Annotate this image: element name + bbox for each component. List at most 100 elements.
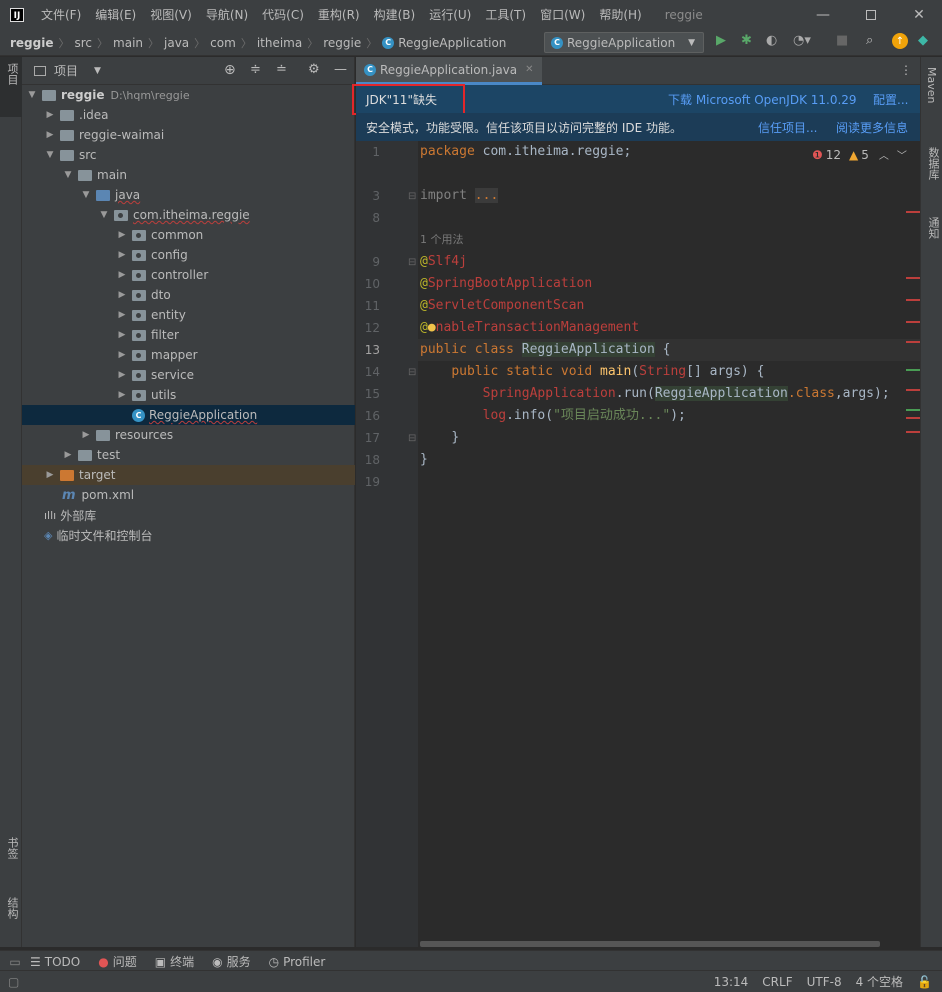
menu-tools[interactable]: 工具(T) <box>478 0 533 30</box>
breadcrumb-item[interactable]: itheima <box>257 36 302 50</box>
warning-stripe-mark[interactable] <box>906 409 920 411</box>
hide-panel-icon[interactable]: — <box>334 62 347 77</box>
tree-item[interactable]: ▼ main <box>22 165 355 185</box>
menu-help[interactable]: 帮助(H) <box>592 0 648 30</box>
indent-setting[interactable]: 4 个空格 <box>856 973 903 990</box>
more-options-icon[interactable]: ⋮ <box>900 63 912 77</box>
error-stripe-mark[interactable] <box>906 431 920 433</box>
fold-icon[interactable]: ⊟ <box>408 433 416 444</box>
breadcrumb-item[interactable]: reggie <box>323 36 361 50</box>
tree-item[interactable]: ▶ test <box>22 445 355 465</box>
profiler-tool-button[interactable]: ◷ Profiler <box>269 955 326 969</box>
tree-item[interactable]: ▶ config <box>22 245 355 265</box>
run-icon[interactable]: ▶ <box>716 33 726 48</box>
lightbulb-icon[interactable]: ● <box>428 320 436 335</box>
file-encoding[interactable]: UTF-8 <box>807 975 842 989</box>
error-stripe-mark[interactable] <box>906 277 920 279</box>
error-stripe-mark[interactable] <box>906 211 920 213</box>
tree-item[interactable]: ▶ entity <box>22 305 355 325</box>
breadcrumb-item[interactable]: com <box>210 36 236 50</box>
tree-item[interactable]: ▼ reggie D:\hqm\reggie <box>22 85 355 105</box>
code-token[interactable]: ... <box>474 188 499 203</box>
learn-more-link[interactable]: 阅读更多信息 <box>836 119 908 136</box>
breadcrumb-item[interactable]: src <box>75 36 93 50</box>
error-stripe-mark[interactable] <box>906 417 920 419</box>
error-stripe-mark[interactable] <box>906 389 920 391</box>
services-tool-button[interactable]: ◉ 服务 <box>212 953 251 970</box>
terminal-tool-button[interactable]: ▣ 终端 <box>155 953 194 970</box>
project-tool-tab[interactable]: 项目 <box>0 57 22 117</box>
menu-code[interactable]: 代码(C) <box>255 0 311 30</box>
breadcrumb-item[interactable]: ReggieApplication <box>398 36 506 50</box>
tree-item[interactable]: m pom.xml <box>22 485 355 505</box>
notifications-tool-tab[interactable]: 通知 <box>925 217 941 239</box>
menu-view[interactable]: 视图(V) <box>143 0 199 30</box>
error-stripe-mark[interactable] <box>906 341 920 343</box>
locate-icon[interactable]: ⊕ <box>224 62 236 78</box>
error-stripe-mark[interactable] <box>906 321 920 323</box>
editor-tab[interactable]: C ReggieApplication.java ✕ <box>356 57 542 85</box>
coverage-icon[interactable]: ◐ <box>766 33 777 48</box>
tree-item[interactable]: ▼ src <box>22 145 355 165</box>
error-stripe-mark[interactable] <box>906 299 920 301</box>
collapse-all-icon[interactable]: ≐ <box>276 62 287 77</box>
fold-icon[interactable]: ⊟ <box>408 257 416 268</box>
breadcrumb-item[interactable]: main <box>113 36 143 50</box>
horizontal-scrollbar[interactable] <box>420 941 880 947</box>
maven-tool-tab[interactable]: Maven <box>925 67 938 103</box>
database-tool-tab[interactable]: 数据库 <box>925 147 941 180</box>
structure-tool-tab[interactable]: 结构 <box>4 897 20 919</box>
close-tab-icon[interactable]: ✕ <box>525 64 533 75</box>
layout-icon[interactable]: ▭ <box>0 955 30 969</box>
tree-item[interactable]: ◈ 临时文件和控制台 <box>22 525 355 545</box>
menu-file[interactable]: 文件(F) <box>34 0 88 30</box>
chevron-down-icon[interactable]: ▼ <box>94 66 101 76</box>
debug-icon[interactable]: ✱ <box>741 33 752 48</box>
maximize-button[interactable] <box>848 0 894 30</box>
profile-icon[interactable]: ◔▾ <box>793 33 811 48</box>
tree-item[interactable]: ▶ dto <box>22 285 355 305</box>
chevron-down-icon[interactable]: ﹀ <box>897 147 907 162</box>
tree-item[interactable]: ▶ filter <box>22 325 355 345</box>
tree-item[interactable]: ▶ service <box>22 365 355 385</box>
usage-hint[interactable]: 1 个用法 <box>420 233 464 246</box>
close-window-button[interactable]: ✕ <box>896 0 942 30</box>
minimize-button[interactable]: — <box>800 0 846 30</box>
menu-run[interactable]: 运行(U) <box>422 0 478 30</box>
menu-refactor[interactable]: 重构(R) <box>311 0 367 30</box>
tree-item[interactable]: ıllı 外部库 <box>22 505 355 525</box>
tree-item[interactable]: ▼ com.itheima.reggie <box>22 205 355 225</box>
breadcrumb-item[interactable]: reggie <box>10 36 54 50</box>
configure-jdk-link[interactable]: 配置... <box>873 91 908 108</box>
tree-item[interactable]: ▶ utils <box>22 385 355 405</box>
tree-item[interactable]: ▶ target <box>22 465 355 485</box>
line-separator[interactable]: CRLF <box>762 975 792 989</box>
jetbrains-icon[interactable]: ◆ <box>918 33 928 48</box>
tree-item[interactable]: ▶ controller <box>22 265 355 285</box>
tree-item[interactable]: ▶ reggie-waimai <box>22 125 355 145</box>
caret-position[interactable]: 13:14 <box>714 975 749 989</box>
tree-item[interactable]: ▶ common <box>22 225 355 245</box>
expand-all-icon[interactable]: ≑ <box>250 62 261 77</box>
menu-navigate[interactable]: 导航(N) <box>199 0 255 30</box>
tree-item[interactable]: ▼ java <box>22 185 355 205</box>
tree-item[interactable]: ▶ resources <box>22 425 355 445</box>
code-editor[interactable]: 1 3 8 9 10 11 12 13 14 15 16 17 18 19 ⊟ … <box>356 141 920 947</box>
gear-icon[interactable]: ⚙ <box>308 62 320 77</box>
status-toggle-icon[interactable]: ▢ <box>8 975 19 989</box>
project-panel-title[interactable]: 项目 <box>54 62 78 79</box>
chevron-up-icon[interactable]: ︿ <box>879 147 889 162</box>
tree-item[interactable]: C ReggieApplication <box>22 405 355 425</box>
breadcrumb-item[interactable]: java <box>164 36 189 50</box>
bookmarks-tool-tab[interactable]: 书签 <box>4 837 20 859</box>
update-icon[interactable]: ↑ <box>892 33 908 49</box>
fold-icon[interactable]: ⊟ <box>408 191 416 202</box>
inspection-widget[interactable]: ❶ 12 ▲ 5 ︿ ﹀ <box>812 147 907 163</box>
lock-icon[interactable]: 🔓 <box>917 975 932 989</box>
download-jdk-link[interactable]: 下载 Microsoft OpenJDK 11.0.29 <box>668 91 857 108</box>
tree-item[interactable]: ▶ .idea <box>22 105 355 125</box>
problems-tool-button[interactable]: ● 问题 <box>98 953 137 970</box>
menu-edit[interactable]: 编辑(E) <box>88 0 143 30</box>
trust-project-link[interactable]: 信任项目... <box>758 119 817 136</box>
stop-icon[interactable]: ■ <box>836 33 848 48</box>
